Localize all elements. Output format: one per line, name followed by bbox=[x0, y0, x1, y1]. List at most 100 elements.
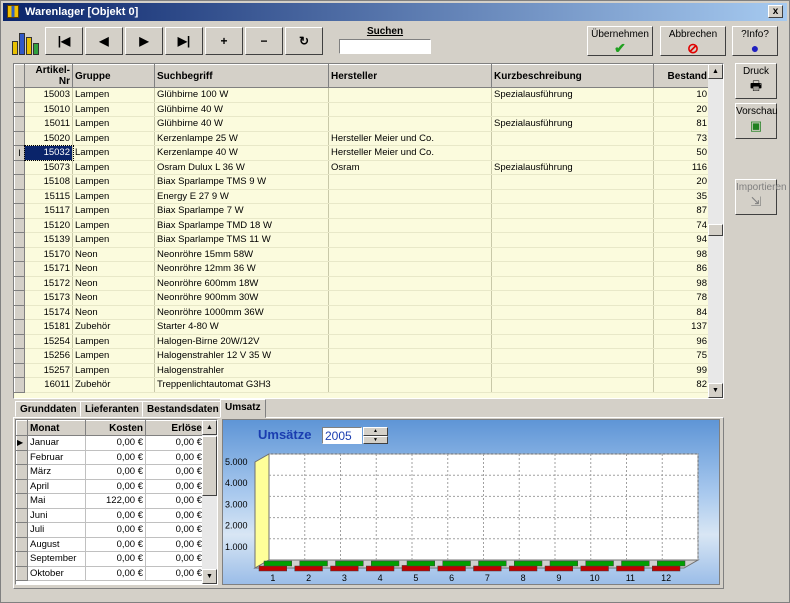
erloese-cell[interactable]: 0,00 € bbox=[145, 464, 205, 480]
bestand-cell[interactable]: 10 bbox=[653, 87, 710, 103]
hersteller-cell[interactable] bbox=[328, 247, 492, 262]
kosten-cell[interactable]: 0,00 € bbox=[85, 435, 146, 451]
table-row[interactable]: 15257 Lampen Halogenstrahler 99 bbox=[14, 362, 710, 378]
kurzbeschreibung-cell[interactable] bbox=[491, 145, 654, 161]
gruppe-cell[interactable]: Lampen bbox=[72, 189, 155, 204]
gruppe-cell[interactable]: Lampen bbox=[72, 203, 155, 219]
row-indicator[interactable] bbox=[14, 261, 25, 277]
row-indicator[interactable] bbox=[14, 319, 25, 335]
month-row[interactable]: August 0,00 €0,00 € bbox=[16, 536, 205, 552]
month-cell[interactable]: April bbox=[27, 479, 86, 494]
suchbegriff-cell[interactable]: Biax Sparlampe TMS 9 W bbox=[154, 174, 329, 190]
apply-button[interactable]: Übernehmen ✔ bbox=[587, 26, 653, 56]
gruppe-cell[interactable]: Neon bbox=[72, 305, 155, 320]
bestand-cell[interactable]: 20 bbox=[653, 102, 710, 117]
bestand-cell[interactable]: 116 bbox=[653, 160, 710, 175]
erloese-cell[interactable]: 0,00 € bbox=[145, 537, 205, 552]
suchbegriff-cell[interactable]: Neonröhre 12mm 36 W bbox=[154, 261, 329, 277]
scroll-thumb[interactable] bbox=[708, 224, 723, 236]
artikel-nr-cell[interactable]: 15254 bbox=[24, 334, 73, 349]
kurzbeschreibung-cell[interactable]: Spezialausführung bbox=[491, 87, 654, 103]
artikel-nr-cell[interactable]: 15032 bbox=[23, 144, 74, 161]
table-row[interactable]: 15139 Lampen Biax Sparlampe TMS 11 W 94 bbox=[14, 232, 710, 248]
kosten-cell[interactable]: 0,00 € bbox=[85, 479, 146, 494]
gruppe-cell[interactable]: Lampen bbox=[72, 174, 155, 190]
col-header-kurzbeschreibung[interactable]: Kurzbeschreibung bbox=[491, 64, 654, 88]
row-indicator[interactable] bbox=[14, 203, 25, 219]
kurzbeschreibung-cell[interactable] bbox=[491, 218, 654, 233]
month-row[interactable]: März 0,00 €0,00 € bbox=[16, 464, 205, 480]
row-indicator[interactable]: I bbox=[14, 145, 25, 161]
suchbegriff-cell[interactable]: Energy E 27 9 W bbox=[154, 189, 329, 204]
delete-record-button[interactable]: − bbox=[245, 27, 283, 55]
tab-bestandsdaten[interactable]: Bestandsdaten bbox=[142, 401, 224, 417]
bestand-cell[interactable]: 74 bbox=[653, 218, 710, 233]
next-record-button[interactable]: ▶ bbox=[125, 27, 163, 55]
suchbegriff-cell[interactable]: Neonröhre 1000mm 36W bbox=[154, 305, 329, 320]
tab-lieferanten[interactable]: Lieferanten bbox=[80, 401, 144, 417]
artikel-nr-cell[interactable]: 15117 bbox=[24, 203, 73, 219]
bestand-cell[interactable]: 96 bbox=[653, 334, 710, 349]
kurzbeschreibung-cell[interactable] bbox=[491, 377, 654, 393]
bestand-cell[interactable]: 98 bbox=[653, 276, 710, 291]
artikel-nr-cell[interactable]: 15115 bbox=[24, 189, 73, 204]
prev-record-button[interactable]: ◀ bbox=[85, 27, 123, 55]
row-indicator[interactable] bbox=[14, 377, 25, 393]
table-row[interactable]: 15073 Lampen Osram Dulux L 36 W Osram Spezia… bbox=[14, 159, 710, 175]
suchbegriff-cell[interactable]: Glühbirne 40 W bbox=[154, 102, 329, 117]
month-cell[interactable]: August bbox=[27, 537, 86, 552]
monthly-scroll-up-arrow-icon[interactable]: ▲ bbox=[202, 420, 217, 435]
artikel-nr-cell[interactable]: 15171 bbox=[24, 261, 73, 277]
table-row[interactable]: 15020 Lampen Kerzenlampe 25 W Hersteller Me… bbox=[14, 130, 710, 146]
erloese-cell[interactable]: 0,00 € bbox=[145, 508, 205, 523]
bestand-cell[interactable]: 81 bbox=[653, 116, 710, 132]
close-button[interactable]: x bbox=[768, 5, 783, 18]
bestand-cell[interactable]: 35 bbox=[653, 189, 710, 204]
artikel-nr-cell[interactable]: 15120 bbox=[24, 218, 73, 233]
add-record-button[interactable]: + bbox=[205, 27, 243, 55]
artikel-nr-cell[interactable]: 15108 bbox=[24, 174, 73, 190]
month-row[interactable]: September 0,00 €0,00 € bbox=[16, 551, 205, 567]
row-indicator[interactable] bbox=[14, 159, 25, 175]
row-indicator[interactable] bbox=[14, 333, 25, 349]
gruppe-cell[interactable]: Lampen bbox=[72, 131, 155, 146]
row-indicator[interactable] bbox=[14, 101, 25, 117]
kurzbeschreibung-cell[interactable]: Spezialausführung bbox=[491, 160, 654, 175]
kosten-cell[interactable]: 0,00 € bbox=[85, 464, 146, 480]
kosten-cell[interactable]: 0,00 € bbox=[85, 522, 146, 538]
gruppe-cell[interactable]: Lampen bbox=[72, 160, 155, 175]
table-row[interactable]: 15011 Lampen Glühbirne 40 W Spezialausführu… bbox=[14, 116, 710, 132]
month-row[interactable]: Juni 0,00 €0,00 € bbox=[16, 507, 205, 523]
col-header-suchbegriff[interactable]: Suchbegriff bbox=[154, 64, 329, 88]
table-row[interactable]: 15173 Neon Neonröhre 900mm 30W 78 bbox=[14, 290, 710, 306]
erloese-cell[interactable]: 0,00 € bbox=[145, 450, 205, 465]
artikel-nr-cell[interactable]: 15181 bbox=[24, 319, 73, 335]
hersteller-cell[interactable] bbox=[328, 203, 492, 219]
hersteller-cell[interactable] bbox=[328, 102, 492, 117]
bestand-cell[interactable]: 82 bbox=[653, 377, 710, 393]
month-row-indicator[interactable] bbox=[16, 522, 28, 538]
tab-umsatz[interactable]: Umsatz bbox=[220, 399, 266, 418]
col-header-monat[interactable]: Monat bbox=[27, 420, 86, 436]
month-cell[interactable]: Mai bbox=[27, 493, 86, 509]
gruppe-cell[interactable]: Lampen bbox=[72, 334, 155, 349]
hersteller-cell[interactable] bbox=[328, 348, 492, 364]
table-row[interactable]: 15010 Lampen Glühbirne 40 W 20 bbox=[14, 101, 710, 117]
month-row[interactable]: ▶ Januar 0,00 €0,00 € bbox=[16, 435, 205, 451]
hersteller-cell[interactable]: Hersteller Meier und Co. bbox=[328, 145, 492, 161]
info-button[interactable]: ?Info? ● bbox=[732, 26, 778, 56]
table-row[interactable]: 15115 Lampen Energy E 27 9 W 35 bbox=[14, 188, 710, 204]
bestand-cell[interactable]: 20 bbox=[653, 174, 710, 190]
hersteller-cell[interactable]: Osram bbox=[328, 160, 492, 175]
month-row-indicator[interactable] bbox=[16, 464, 28, 480]
col-header-artikel-nr[interactable]: Artikel-Nr bbox=[24, 64, 73, 88]
erloese-cell[interactable]: 0,00 € bbox=[145, 435, 205, 451]
month-row-indicator[interactable] bbox=[16, 565, 28, 581]
erloese-cell[interactable]: 0,00 € bbox=[145, 479, 205, 494]
hersteller-cell[interactable] bbox=[328, 116, 492, 132]
suchbegriff-cell[interactable]: Biax Sparlampe TMS 11 W bbox=[154, 232, 329, 248]
month-row-indicator[interactable] bbox=[16, 449, 28, 465]
row-indicator[interactable] bbox=[14, 275, 25, 291]
artikel-nr-cell[interactable]: 15173 bbox=[24, 290, 73, 306]
bestand-cell[interactable]: 78 bbox=[653, 290, 710, 306]
